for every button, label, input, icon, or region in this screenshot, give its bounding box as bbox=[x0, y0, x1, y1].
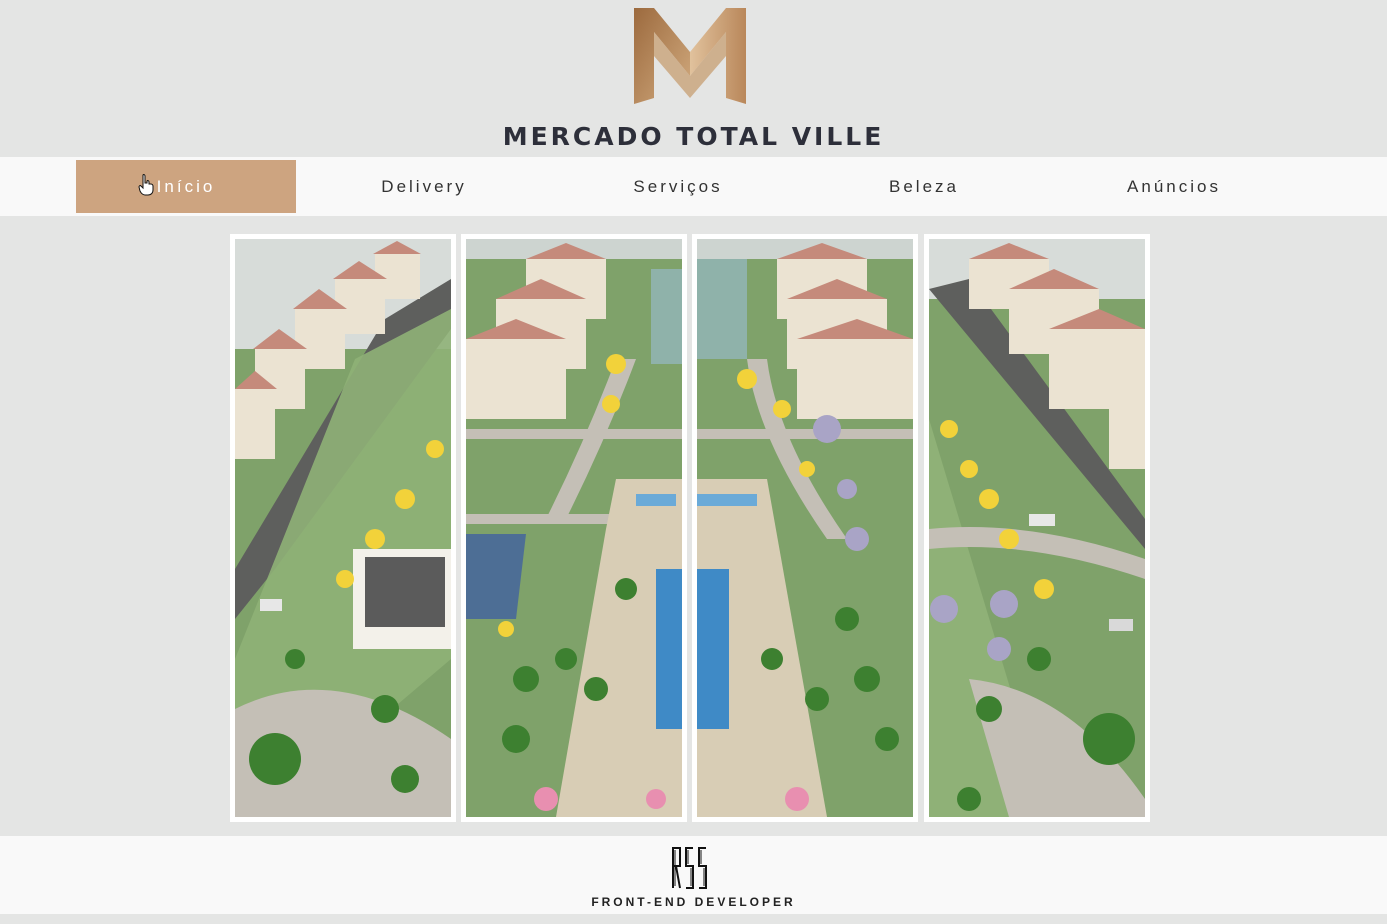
site-footer: FRONT-END DEVELOPER bbox=[0, 836, 1387, 914]
nav-item-beleza[interactable]: Beleza bbox=[814, 160, 1034, 213]
nav-item-delivery[interactable]: Delivery bbox=[314, 160, 534, 213]
nav-item-anuncios[interactable]: Anúncios bbox=[1064, 160, 1284, 213]
footer-tagline: FRONT-END DEVELOPER bbox=[591, 895, 796, 909]
main-nav: Início Delivery Serviços Beleza Anúncios bbox=[0, 157, 1387, 216]
site-header: MERCADO TOTAL VILLE bbox=[0, 0, 1387, 157]
mtv-monogram-icon bbox=[634, 8, 746, 104]
aerial-view-left bbox=[230, 234, 456, 822]
rss-monogram-icon bbox=[672, 847, 707, 889]
aerial-view-right bbox=[924, 234, 1150, 822]
nav-item-inicio[interactable]: Início bbox=[76, 160, 296, 213]
brand-name: MERCADO TOTAL VILLE bbox=[502, 122, 885, 151]
aerial-view-center-left bbox=[461, 234, 687, 822]
nav-item-servicos[interactable]: Serviços bbox=[568, 160, 788, 213]
aerial-view-center-right bbox=[692, 234, 918, 822]
